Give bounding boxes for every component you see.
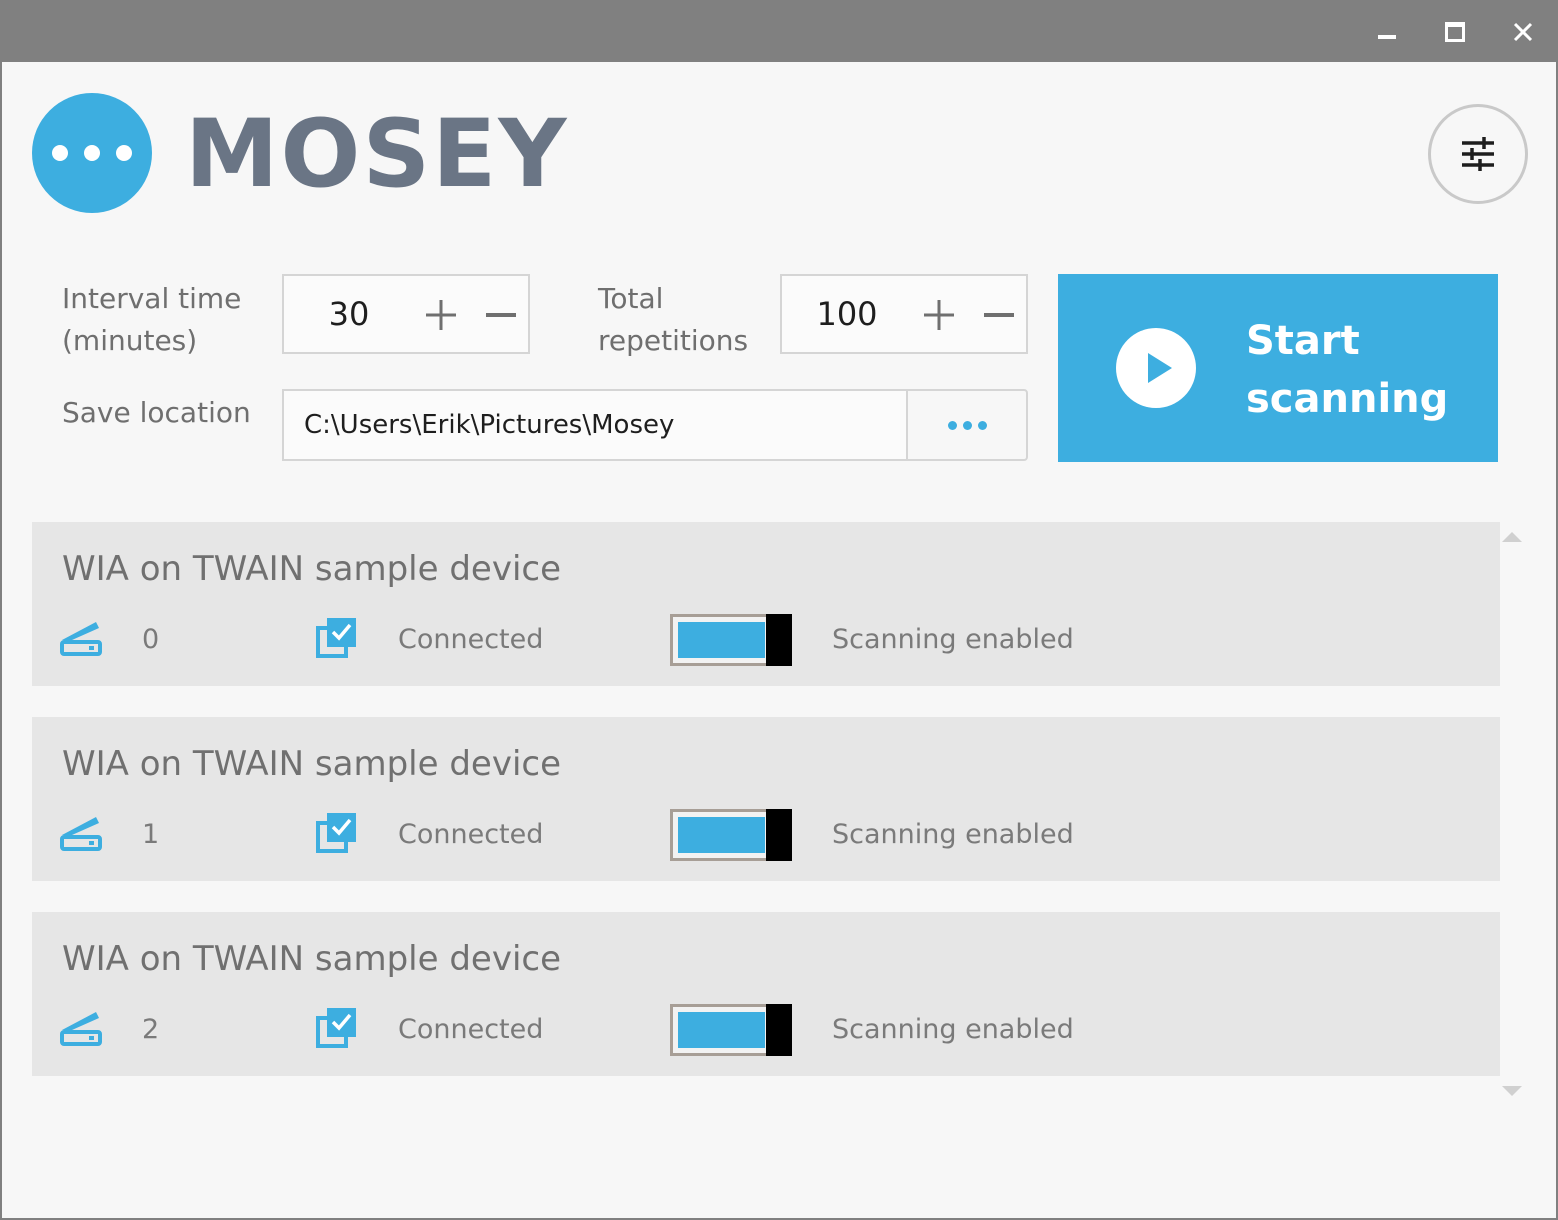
- close-icon: [1513, 22, 1533, 42]
- scanner-icon: [60, 622, 102, 656]
- repetitions-stepper[interactable]: 100: [780, 274, 1028, 354]
- toggle-knob[interactable]: [766, 809, 792, 861]
- app-title: MOSEY: [185, 100, 569, 209]
- device-name: WIA on TWAIN sample device: [62, 939, 562, 979]
- device-card: WIA on TWAIN sample device 0 Connected S…: [32, 522, 1500, 686]
- scanning-toggle[interactable]: [670, 1004, 792, 1056]
- device-name: WIA on TWAIN sample device: [62, 549, 562, 589]
- interval-value[interactable]: 30: [284, 276, 414, 352]
- connected-check-icon: [316, 813, 356, 853]
- scanner-icon: [60, 817, 102, 851]
- device-index: 1: [142, 819, 160, 850]
- repetitions-label: Total repetitions: [598, 282, 749, 357]
- connected-check-icon: [316, 1008, 356, 1048]
- device-index: 2: [142, 1014, 160, 1045]
- scroll-up-arrow-icon[interactable]: [1500, 530, 1524, 544]
- scanning-toggle[interactable]: [670, 809, 792, 861]
- connection-status: Connected: [398, 819, 544, 850]
- logo-dot: [84, 145, 100, 161]
- scanning-status: Scanning enabled: [832, 624, 1074, 655]
- interval-increment-button[interactable]: [418, 290, 464, 340]
- play-icon: [1116, 328, 1196, 408]
- connection-status: Connected: [398, 624, 544, 655]
- repetitions-increment-button[interactable]: [916, 290, 962, 340]
- toggle-knob[interactable]: [766, 1004, 792, 1056]
- logo-dot: [52, 145, 68, 161]
- device-name: WIA on TWAIN sample device: [62, 744, 562, 784]
- settings-button[interactable]: [1428, 104, 1528, 204]
- interval-stepper[interactable]: 30: [282, 274, 530, 354]
- save-location-field[interactable]: C:\Users\Erik\Pictures\Mosey: [282, 389, 906, 461]
- ellipsis-icon: [977, 420, 987, 430]
- toggle-knob[interactable]: [766, 614, 792, 666]
- save-location-label: Save location: [62, 396, 251, 429]
- play-triangle: [1148, 353, 1172, 383]
- sliders-icon: [1462, 137, 1494, 171]
- interval-label: Interval time (minutes): [62, 282, 242, 357]
- app-window: MOSEY Interval time (minutes) 30 Total r…: [2, 62, 1556, 1218]
- scanner-icon: [60, 1012, 102, 1046]
- minus-icon: [984, 313, 1014, 317]
- ellipsis-icon: [962, 420, 972, 430]
- repetitions-decrement-button[interactable]: [976, 290, 1022, 340]
- title-bar: [0, 0, 1558, 62]
- minus-icon: [486, 313, 516, 317]
- plus-icon: [426, 300, 456, 330]
- interval-decrement-button[interactable]: [478, 290, 524, 340]
- scanning-toggle[interactable]: [670, 614, 792, 666]
- minimize-icon: [1378, 35, 1396, 39]
- ellipsis-icon: [947, 420, 957, 430]
- toggle-fill: [678, 817, 765, 853]
- close-button[interactable]: [1498, 10, 1548, 54]
- repetitions-value[interactable]: 100: [782, 276, 912, 352]
- minimize-button[interactable]: [1362, 10, 1412, 54]
- toggle-fill: [678, 622, 765, 658]
- logo-dot: [116, 145, 132, 161]
- browse-button[interactable]: [906, 389, 1028, 461]
- maximize-button[interactable]: [1430, 10, 1480, 54]
- start-scanning-label: Start scanning: [1246, 318, 1449, 422]
- scanning-status: Scanning enabled: [832, 819, 1074, 850]
- scanning-status: Scanning enabled: [832, 1014, 1074, 1045]
- ellipsis-circle-icon: [32, 93, 152, 213]
- device-card: WIA on TWAIN sample device 1 Connected S…: [32, 717, 1500, 881]
- connected-check-icon: [316, 618, 356, 658]
- device-card: WIA on TWAIN sample device 2 Connected S…: [32, 912, 1500, 1076]
- plus-icon: [924, 300, 954, 330]
- connection-status: Connected: [398, 1014, 544, 1045]
- scroll-down-arrow-icon[interactable]: [1500, 1084, 1524, 1098]
- start-scanning-button[interactable]: Start scanning: [1058, 274, 1498, 462]
- maximize-icon: [1445, 22, 1465, 42]
- device-index: 0: [142, 624, 160, 655]
- toggle-fill: [678, 1012, 765, 1048]
